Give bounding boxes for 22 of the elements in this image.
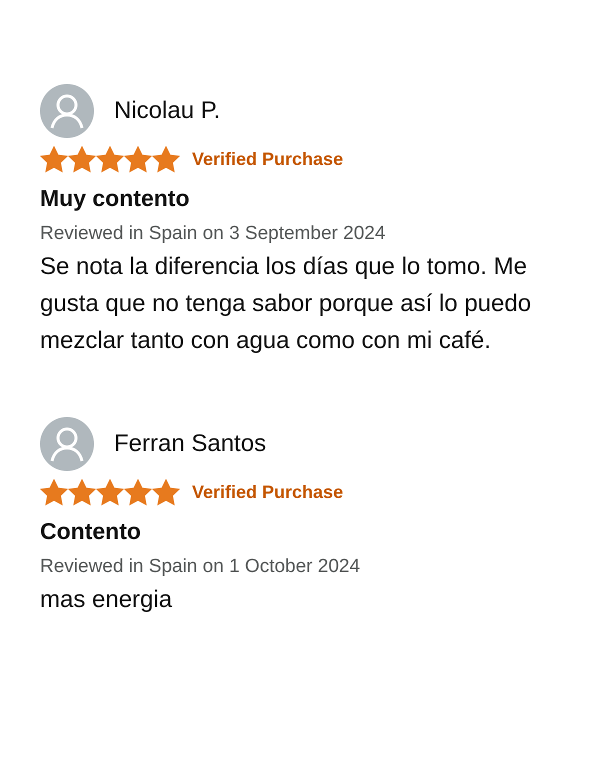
reviewer-name: Ferran Santos (114, 429, 266, 459)
star-icon (40, 146, 68, 173)
star-icon (96, 146, 124, 173)
verified-purchase-label: Verified Purchase (192, 148, 344, 171)
star-icon (124, 146, 152, 173)
review-text: Se nota la diferencia los días que lo tomo. Me gusta que no tenga sabor porque así lo puedo mezclar tanto con agua como con mi café. (40, 252, 532, 356)
review-title: Muy contento (40, 184, 190, 213)
star-icon (96, 479, 124, 506)
avatar-icon (40, 417, 94, 471)
star-icon (68, 479, 96, 506)
star-icon (40, 479, 68, 506)
star-icon (152, 479, 180, 506)
verified-purchase-label: Verified Purchase (192, 481, 344, 504)
reviewer-name: Nicolau P. (114, 96, 220, 126)
review-date: Reviewed in Spain on 1 October 2024 (40, 554, 362, 578)
star-icon (124, 479, 152, 506)
review-title: Contento (40, 517, 142, 546)
review-date: Reviewed in Spain on 3 September 2024 (40, 222, 386, 246)
star-icon (152, 146, 180, 173)
star-icon (68, 146, 96, 173)
review-text: mas energia (40, 585, 174, 615)
avatar-icon (40, 84, 94, 138)
